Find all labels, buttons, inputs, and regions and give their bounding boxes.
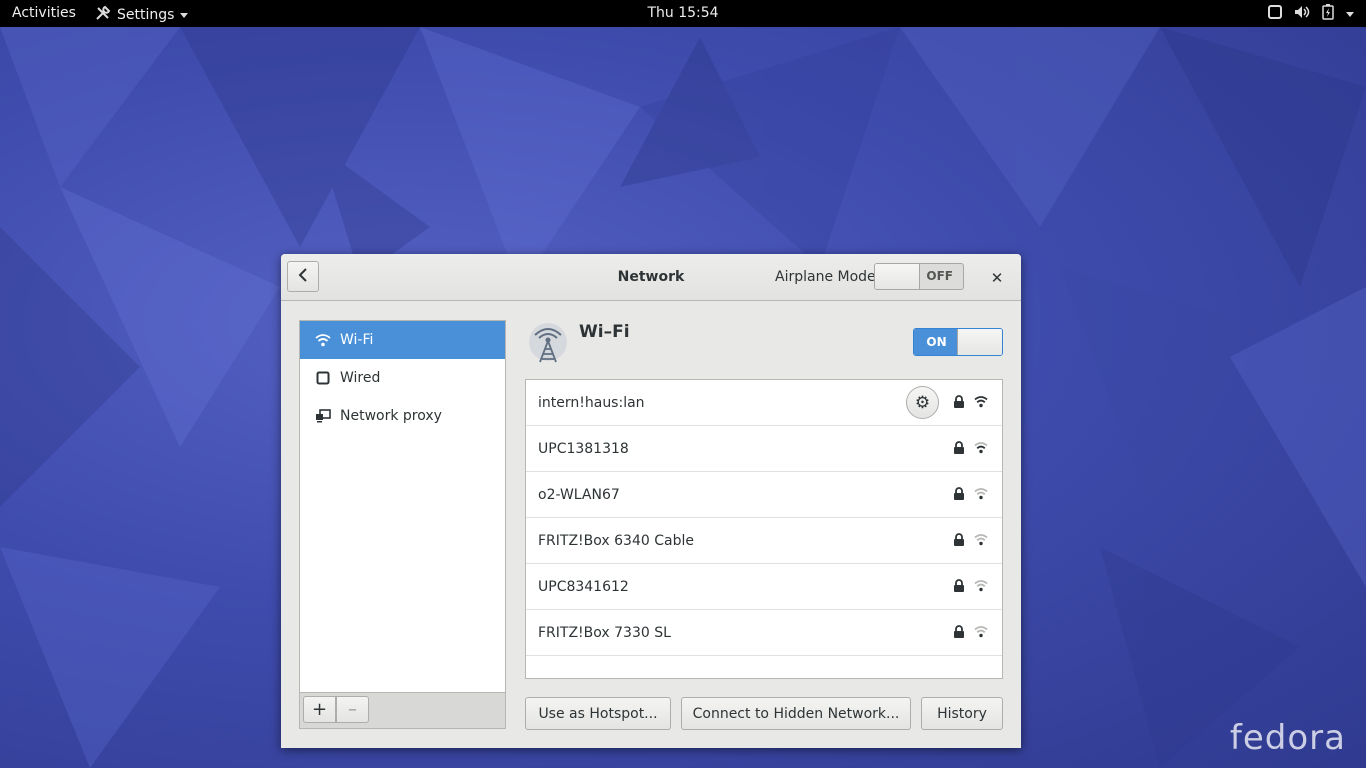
signal-strength-icon	[974, 487, 988, 504]
chevron-left-icon	[298, 267, 308, 286]
back-button[interactable]	[287, 261, 319, 292]
sidebar-item-label: Wi-Fi	[340, 332, 374, 348]
network-row[interactable]: UPC8341612	[526, 564, 1002, 610]
lock-icon	[953, 533, 965, 550]
sidebar-item-wifi[interactable]: Wi-Fi	[300, 321, 505, 359]
fedora-logo: fedora	[1229, 718, 1346, 758]
network-name: o2-WLAN67	[538, 487, 620, 503]
gear-icon: ⚙	[914, 392, 931, 413]
wifi-tower-icon	[527, 322, 569, 368]
switch-knob	[957, 329, 1002, 355]
tools-icon	[95, 5, 111, 25]
status-area[interactable]	[1268, 4, 1354, 24]
network-row[interactable]: FRITZ!Box 7330 SL	[526, 610, 1002, 656]
screen-icon	[1268, 5, 1282, 23]
wired-icon	[314, 371, 332, 385]
wifi-icon	[314, 333, 332, 347]
app-menu-button[interactable]: Settings	[95, 5, 189, 25]
activities-button[interactable]: Activities	[12, 5, 76, 21]
lock-icon	[953, 625, 965, 642]
top-bar: Activities Settings Thu 15:54	[0, 0, 1366, 27]
volume-icon	[1294, 5, 1310, 23]
lock-icon	[953, 441, 965, 458]
network-name: intern!haus:lan	[538, 395, 645, 411]
network-row[interactable]: UPC1381318	[526, 426, 1002, 472]
sidebar-toolbar: + –	[300, 692, 505, 728]
chevron-down-icon	[180, 12, 189, 18]
remove-connection-button[interactable]: –	[336, 696, 369, 723]
sidebar-item-label: Wired	[340, 370, 381, 386]
network-row[interactable]: intern!haus:lan ⚙	[526, 380, 1002, 426]
wifi-switch-state: ON	[914, 329, 959, 355]
network-settings-window: Network Airplane Mode OFF ✕ Wi-Fi Wired	[281, 254, 1021, 748]
add-connection-button[interactable]: +	[303, 696, 336, 723]
signal-strength-icon	[974, 625, 988, 642]
use-as-hotspot-button[interactable]: Use as Hotspot...	[525, 697, 671, 730]
network-row[interactable]: FRITZ!Box 6340 Cable	[526, 518, 1002, 564]
switch-knob	[875, 264, 920, 289]
signal-strength-icon	[974, 533, 988, 550]
close-icon: ✕	[990, 269, 1004, 287]
airplane-mode-switch[interactable]: OFF	[874, 263, 964, 290]
network-row[interactable]: o2-WLAN67	[526, 472, 1002, 518]
header-bar: Network Airplane Mode OFF ✕	[281, 254, 1021, 301]
network-settings-button[interactable]: ⚙	[906, 386, 939, 419]
clock[interactable]: Thu 15:54	[647, 5, 718, 21]
signal-strength-icon	[974, 395, 988, 412]
system-menu-caret-icon	[1346, 11, 1354, 17]
sidebar-item-label: Network proxy	[340, 408, 442, 424]
lock-icon	[953, 487, 965, 504]
network-list: intern!haus:lan ⚙ UPC1381318 o2-WLAN67 FRITZ…	[525, 379, 1003, 679]
network-name: UPC1381318	[538, 441, 629, 457]
lock-icon	[953, 395, 965, 412]
proxy-icon	[314, 409, 332, 423]
signal-strength-icon	[974, 441, 988, 458]
network-name: FRITZ!Box 6340 Cable	[538, 533, 694, 549]
network-name: UPC8341612	[538, 579, 629, 595]
sidebar-item-wired[interactable]: Wired	[300, 359, 505, 397]
device-sidebar: Wi-Fi Wired Network proxy + –	[299, 320, 506, 729]
wifi-heading: Wi–Fi	[579, 322, 630, 342]
sidebar-item-network-proxy[interactable]: Network proxy	[300, 397, 505, 435]
signal-strength-icon	[974, 579, 988, 596]
airplane-mode-state: OFF	[926, 269, 953, 283]
battery-icon	[1322, 4, 1334, 24]
network-name: FRITZ!Box 7330 SL	[538, 625, 671, 641]
close-button[interactable]: ✕	[986, 267, 1008, 289]
app-menu-label: Settings	[117, 7, 175, 23]
airplane-mode-label: Airplane Mode	[775, 269, 876, 285]
lock-icon	[953, 579, 965, 596]
connect-hidden-network-button[interactable]: Connect to Hidden Network...	[681, 697, 911, 730]
wifi-switch[interactable]: ON	[913, 328, 1003, 356]
history-button[interactable]: History	[921, 697, 1003, 730]
